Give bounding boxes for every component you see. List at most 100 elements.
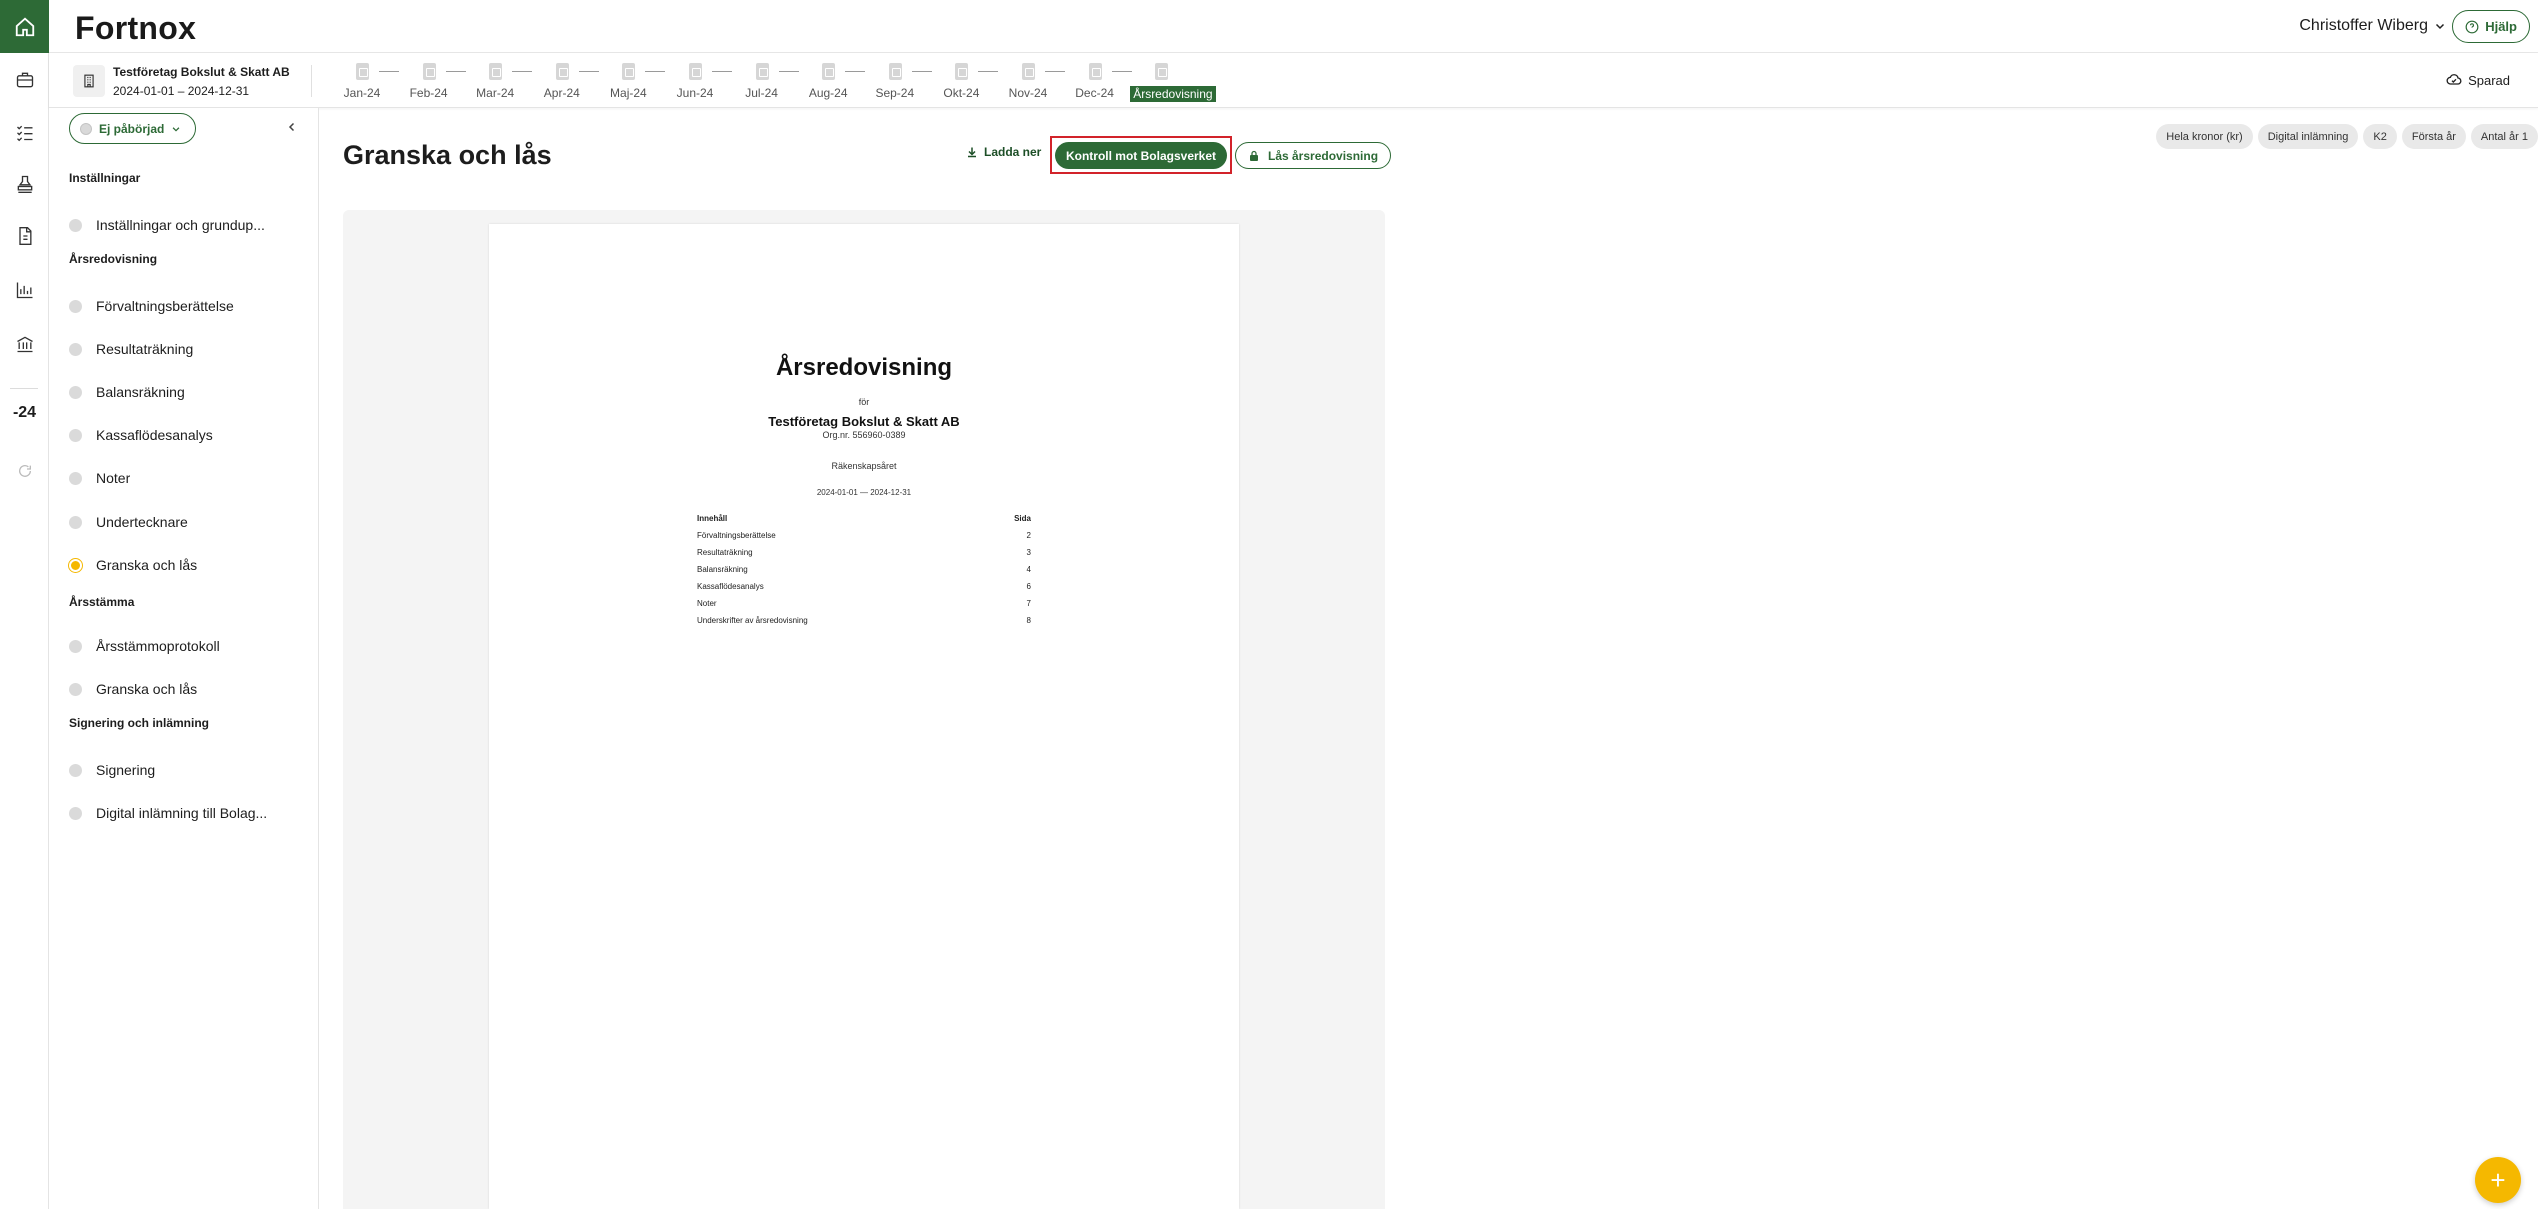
- sidebar-item[interactable]: Balansräkning: [69, 378, 309, 406]
- period-item[interactable]: Jul-24: [735, 61, 799, 105]
- lock-icon: [1250, 150, 1258, 161]
- sidebar-item[interactable]: Noter: [69, 464, 309, 492]
- company-period: 2024-01-01 – 2024-12-31: [113, 84, 250, 98]
- sidebar-item[interactable]: Granska och lås: [69, 551, 309, 579]
- sidebar-item-label: Undertecknare: [96, 514, 188, 530]
- user-menu[interactable]: Christoffer Wiberg: [2299, 17, 2446, 35]
- period-item[interactable]: Nov-24: [1001, 61, 1065, 105]
- document-icon: [689, 63, 702, 80]
- status-bullet: [69, 682, 82, 696]
- sidebar-item[interactable]: Signering: [69, 756, 309, 784]
- sidebar-item-label: Balansräkning: [96, 384, 185, 400]
- toc-page: 4: [1026, 565, 1031, 574]
- doc-fiscal-year-label: Räkenskapsåret: [831, 461, 897, 471]
- doc-for-label: för: [858, 397, 870, 407]
- year-indicator[interactable]: -24: [0, 404, 49, 422]
- period-item[interactable]: Maj-24: [601, 61, 666, 105]
- toc-row: Resultaträkning 3: [697, 548, 1031, 565]
- download-icon: [968, 147, 976, 158]
- sidebar-item[interactable]: Inställningar och grundup...: [69, 211, 309, 239]
- sidebar-item[interactable]: Undertecknare: [69, 508, 309, 536]
- document-icon: [1088, 63, 1102, 80]
- collapse-sidebar-icon[interactable]: [286, 120, 298, 136]
- fortnox-logo[interactable]: Fortnox: [75, 10, 196, 47]
- period-label: Feb-24: [409, 86, 448, 100]
- document-icon: [755, 63, 769, 80]
- toc-label: Underskrifter av årsredovisning: [697, 616, 808, 625]
- status-bullet: [69, 806, 82, 820]
- document-icon: [422, 63, 436, 80]
- period-item[interactable]: Mar-24: [468, 61, 533, 105]
- question-icon: [2465, 20, 2479, 33]
- status-bullet: [69, 428, 82, 442]
- period-item[interactable]: Årsredovisning: [1130, 61, 1216, 105]
- period-item[interactable]: Sep-24: [868, 61, 932, 105]
- sidebar-item-label: Noter: [96, 470, 131, 486]
- timeline-connector: [1111, 71, 1132, 72]
- timeline-connector: [712, 71, 732, 72]
- setting-tag[interactable]: Hela kronor (kr): [2156, 124, 2253, 149]
- toc-row: Förvaltningsberättelse 2: [697, 531, 1031, 548]
- document-icon: [955, 63, 969, 80]
- document-icon: [888, 63, 902, 80]
- checklist-icon[interactable]: [0, 112, 49, 152]
- sidebar-item-label: Förvaltningsberättelse: [96, 298, 234, 314]
- status-bullet: [69, 639, 82, 653]
- sidebar-item-label: Inställningar och grundup...: [96, 217, 265, 233]
- period-item[interactable]: Dec-24: [1068, 61, 1132, 105]
- toc-label: Noter: [697, 599, 717, 608]
- document-icon: [555, 63, 569, 80]
- period-item[interactable]: Jan-24: [335, 61, 399, 105]
- timeline-connector: [911, 71, 932, 72]
- refresh-icon[interactable]: [0, 451, 49, 491]
- sidebar-item[interactable]: Årsstämmoprotokoll: [69, 632, 309, 660]
- sidebar: Ej påbörjad Inställningar Inställningar o…: [49, 108, 319, 1209]
- setting-tag[interactable]: Första år: [2401, 124, 2466, 149]
- rail-divider: [10, 388, 38, 389]
- setting-tag[interactable]: Antal år 1: [2470, 124, 2538, 149]
- add-button[interactable]: +: [2475, 1157, 2521, 1203]
- timeline-connector: [645, 71, 666, 72]
- status-label: Ej påbörjad: [99, 121, 165, 136]
- timeline-connector: [445, 71, 466, 72]
- sidebar-item-label: Årsstämmoprotokoll: [96, 638, 220, 654]
- chart-icon[interactable]: [0, 270, 49, 310]
- setting-tag[interactable]: K2: [2363, 124, 2397, 149]
- sidebar-item-label: Signering: [96, 762, 156, 778]
- toc-page: 6: [1026, 582, 1031, 591]
- status-dropdown[interactable]: Ej påbörjad: [69, 113, 197, 144]
- sidebar-item[interactable]: Resultaträkning: [69, 335, 309, 363]
- help-button[interactable]: Hjälp: [2452, 10, 2530, 43]
- divider: [311, 65, 312, 97]
- timeline-connector: [978, 71, 999, 72]
- sidebar-item[interactable]: Digital inlämning till Bolag...: [69, 799, 309, 827]
- sidebar-item[interactable]: Granska och lås: [69, 675, 309, 703]
- lock-annual-report-button[interactable]: Lås årsredovisning: [1235, 142, 1392, 169]
- period-label: Jul-24: [745, 86, 778, 100]
- document-preview: Årsredovisning för Testföretag Bokslut &…: [343, 210, 1385, 1209]
- user-name: Christoffer Wiberg: [2299, 17, 2428, 34]
- sidebar-item-label: Resultaträkning: [96, 341, 194, 357]
- document-money-icon[interactable]: [0, 216, 49, 256]
- period-item[interactable]: Aug-24: [801, 61, 866, 105]
- toc-header-content: Innehåll: [697, 514, 728, 523]
- sidebar-item[interactable]: Kassaflödesanalys: [69, 421, 309, 449]
- stamp-icon[interactable]: [0, 164, 49, 204]
- period-item[interactable]: Apr-24: [535, 61, 599, 105]
- home-icon[interactable]: [0, 0, 49, 53]
- period-item[interactable]: Jun-24: [668, 61, 732, 105]
- setting-tag[interactable]: Digital inlämning: [2257, 124, 2359, 149]
- toc-header: Innehåll Sida: [697, 514, 1031, 531]
- bank-icon[interactable]: [0, 324, 49, 364]
- download-button[interactable]: Ladda ner: [966, 145, 1041, 159]
- briefcase-icon[interactable]: [0, 60, 49, 100]
- building-icon[interactable]: [73, 65, 105, 97]
- timeline-connector: [512, 71, 533, 72]
- period-label: Mar-24: [476, 86, 515, 100]
- sidebar-item-label: Digital inlämning till Bolag...: [96, 805, 268, 821]
- check-bolagsverket-button[interactable]: Kontroll mot Bolagsverket: [1055, 142, 1227, 169]
- period-item[interactable]: Okt-24: [934, 61, 999, 105]
- sidebar-item[interactable]: Förvaltningsberättelse: [69, 292, 309, 320]
- period-item[interactable]: Feb-24: [402, 61, 466, 105]
- chevron-down-icon: [172, 126, 180, 132]
